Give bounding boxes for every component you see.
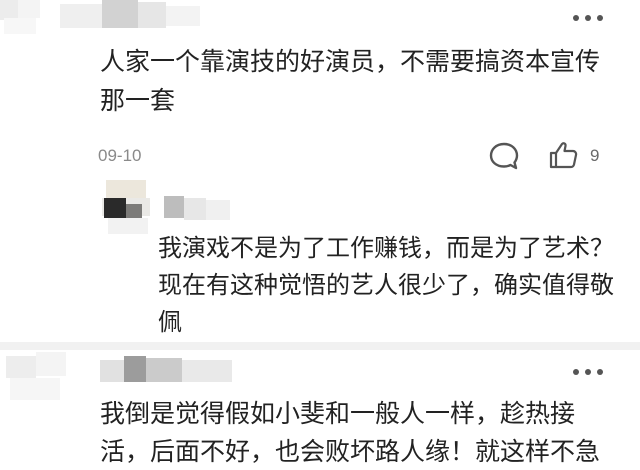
comment-text-line: 那一套 bbox=[100, 86, 176, 115]
comment-date: 09-10 bbox=[98, 146, 142, 165]
comment-text-line: 人家一个靠演技的好演员，不需要搞资本宣传 bbox=[100, 47, 601, 76]
username[interactable] bbox=[60, 0, 200, 30]
reply-text-line: 佩 bbox=[158, 308, 182, 336]
thumbs-up-icon[interactable] bbox=[548, 140, 580, 170]
more-dots-icon[interactable] bbox=[570, 366, 606, 378]
reply-text-line: 我演戏不是为了工作赚钱，而是为了艺术？ bbox=[158, 234, 614, 262]
reply-text-line: 现在有这种觉悟的艺人很少了，确实值得敬 bbox=[158, 271, 614, 299]
avatar[interactable] bbox=[102, 180, 152, 234]
username[interactable] bbox=[100, 356, 260, 386]
more-dots-icon[interactable] bbox=[570, 12, 606, 24]
comment-bubble-icon[interactable] bbox=[488, 141, 520, 171]
comment-text-line: 活，后面不好，也会败坏路人缘！就这样不急 bbox=[100, 437, 601, 466]
avatar[interactable] bbox=[0, 0, 40, 36]
avatar[interactable] bbox=[0, 352, 70, 404]
comment-text-line: 我倒是觉得假如小斐和一般人一样，趁热接 bbox=[100, 399, 576, 428]
username[interactable] bbox=[164, 196, 234, 224]
like-count: 9 bbox=[590, 146, 600, 165]
divider bbox=[0, 342, 640, 350]
